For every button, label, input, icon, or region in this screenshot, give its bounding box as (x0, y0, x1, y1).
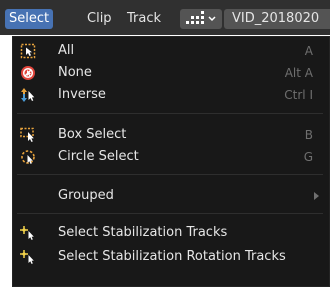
shortcut-label: A (304, 44, 313, 58)
clip-name-field[interactable]: VID_2018020 (224, 9, 330, 29)
box-select-icon (20, 127, 34, 142)
select-inverse-icon (21, 88, 35, 102)
shortcut-label: Ctrl I (284, 88, 313, 102)
circle-select-icon (21, 150, 35, 164)
select-all-icon (20, 43, 36, 59)
menu-item-label: Grouped (58, 188, 114, 203)
menu-item-grouped[interactable]: Grouped (13, 185, 329, 207)
header-bar: Select Clip Track VID_2018020 (0, 0, 330, 35)
stabilization-track-icon (20, 250, 34, 264)
shortcut-label: Alt A (284, 66, 313, 80)
menu-clip[interactable]: Clip (83, 9, 116, 29)
select-dropdown-menu: All A None Alt A Inverse Ctrl I Box Sele… (12, 36, 330, 287)
menu-track[interactable]: Track (123, 9, 165, 29)
menu-item-select-none[interactable]: None Alt A (13, 62, 329, 84)
menu-item-select-all[interactable]: All A (13, 40, 329, 62)
menu-item-label: Select Stabilization Tracks (58, 225, 228, 240)
shortcut-label: G (303, 150, 313, 164)
menu-item-label: None (58, 65, 92, 80)
menu-item-label: Box Select (58, 127, 127, 142)
menu-item-label: Select Stabilization Rotation Tracks (58, 249, 286, 264)
menu-separator (17, 213, 323, 214)
menu-item-select-inverse[interactable]: Inverse Ctrl I (13, 84, 329, 106)
menu-item-select-stabilization-tracks[interactable]: Select Stabilization Tracks (13, 222, 329, 244)
menu-item-box-select[interactable]: Box Select B (13, 124, 329, 146)
menu-item-label: Circle Select (58, 149, 139, 164)
submenu-arrow-icon (314, 192, 319, 200)
menu-item-circle-select[interactable]: Circle Select G (13, 146, 329, 168)
menu-item-label: All (58, 43, 75, 58)
menu-item-label: Inverse (58, 87, 106, 102)
menu-separator (17, 174, 323, 175)
select-none-icon (21, 66, 35, 80)
menu-separator (17, 113, 323, 114)
menu-item-select-stabilization-rotation-tracks[interactable]: Select Stabilization Rotation Tracks (13, 246, 329, 268)
menu-select[interactable]: Select (5, 9, 54, 29)
stabilization-track-icon (20, 226, 34, 240)
clip-editor-icon (186, 11, 216, 24)
shortcut-label: B (304, 128, 313, 142)
editor-type-selector[interactable] (180, 9, 222, 29)
